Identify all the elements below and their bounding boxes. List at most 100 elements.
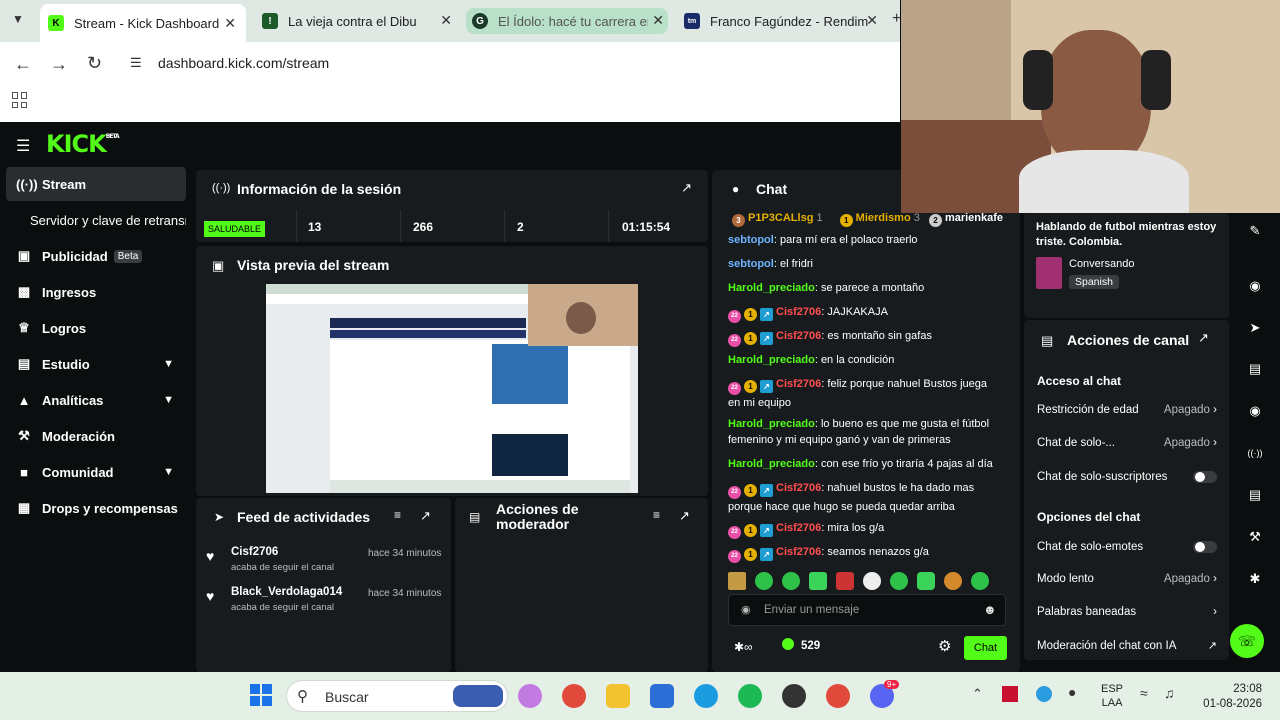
ai-moderation-row[interactable]: Moderación del chat con IA ↗ (1037, 639, 1217, 653)
category-thumbnail[interactable] (1036, 257, 1062, 289)
new-tab-icon[interactable]: + (892, 10, 901, 28)
subscribers-only-toggle[interactable] (1193, 471, 1217, 483)
chat-username[interactable]: Cisf2706 (776, 482, 821, 494)
activity-user[interactable]: Cisf2706 (231, 546, 278, 558)
wifi-icon[interactable]: ≈ (1140, 685, 1148, 701)
emoji-icon[interactable]: ☻ (983, 602, 997, 617)
chat-username[interactable]: Harold_preciado (728, 418, 815, 430)
emote-icon[interactable] (890, 572, 908, 590)
emote-icon[interactable] (728, 572, 746, 590)
site-info-icon[interactable]: ☰ (130, 55, 142, 71)
chevron-up-icon[interactable]: ⌃ (972, 686, 983, 702)
stream-video[interactable] (266, 284, 638, 493)
age-restriction-row[interactable]: Restricción de edad Apagado › (1037, 404, 1217, 416)
sidebar-item-stream[interactable]: ((·)) Stream (6, 167, 186, 201)
kick-logo[interactable]: KICKBETA (46, 130, 120, 158)
file-explorer-icon[interactable] (606, 684, 630, 708)
menu-icon[interactable]: ☰ (16, 136, 30, 156)
sidebar-item-moderacion[interactable]: ⚒ Moderación (6, 419, 186, 453)
close-tab-icon[interactable]: ✕ (440, 12, 452, 29)
close-tab-icon[interactable]: ✕ (866, 12, 878, 29)
chat-username[interactable]: sebtopol (728, 234, 774, 246)
chat-username[interactable]: sebtopol (728, 258, 774, 270)
chat-username[interactable]: Harold_preciado (728, 458, 815, 470)
tab-stream-kick[interactable]: K Stream - Kick Dashboard ✕ (40, 4, 246, 42)
gift-icon[interactable]: ✱∞ (734, 640, 753, 654)
chat-input[interactable]: ◉ Enviar un mensaje ☻ (728, 594, 1006, 626)
filter-icon[interactable]: ≡ (394, 508, 401, 522)
language-indicator[interactable]: ESP LAA (1101, 682, 1123, 710)
emote-icon[interactable] (863, 572, 881, 590)
emote-icon[interactable] (755, 572, 773, 590)
popout-icon[interactable]: ↗ (679, 508, 690, 524)
sidebar-item-logros[interactable]: ♕ Logros (6, 311, 186, 345)
notes-icon[interactable]: ▤ (1244, 358, 1266, 380)
address-bar[interactable]: dashboard.kick.com/stream (158, 55, 329, 71)
close-tab-icon[interactable]: ✕ (224, 15, 236, 32)
sidebar-item-comunidad[interactable]: ■ Comunidad ▼ (6, 455, 186, 489)
channel-points[interactable]: 529 (801, 640, 820, 652)
forward-icon[interactable]: → (50, 54, 68, 75)
chat-username[interactable]: Cisf2706 (776, 330, 821, 342)
store-icon[interactable] (650, 684, 674, 708)
popout-icon[interactable]: ↗ (1198, 330, 1209, 346)
sidebar-item-estudio[interactable]: ▤ Estudio ▼ (6, 347, 186, 381)
send-chat-button[interactable]: Chat (964, 636, 1007, 660)
broadcast-icon[interactable]: ((·)) (1244, 442, 1266, 464)
chat-bubble-icon[interactable]: ◉ (1244, 400, 1266, 422)
chat-username[interactable]: Harold_preciado (728, 354, 815, 366)
spotify-icon[interactable] (738, 684, 762, 708)
chat-username[interactable]: Cisf2706 (776, 522, 821, 534)
app-icon[interactable] (782, 684, 806, 708)
edge-icon[interactable] (694, 684, 718, 708)
volume-icon[interactable]: ♫ (1164, 685, 1175, 701)
clock[interactable]: 23:08 01-08-2026 (1196, 682, 1262, 712)
emote-icon[interactable] (782, 572, 800, 590)
slow-mode-row[interactable]: Modo lento Apagado › (1037, 573, 1217, 585)
sidebar-item-publicidad[interactable]: ▣ Publicidad Beta (6, 239, 186, 273)
chat-username[interactable]: Harold_preciado (728, 282, 815, 294)
layout-icon[interactable]: ▤ (1244, 484, 1266, 506)
sidebar-item-ingresos[interactable]: ▩ Ingresos (6, 275, 186, 309)
chrome-icon[interactable] (562, 684, 586, 708)
camera-icon[interactable]: ◉ (1244, 275, 1266, 297)
chat-username[interactable]: Cisf2706 (776, 546, 821, 558)
emote-icon[interactable] (809, 572, 827, 590)
back-icon[interactable]: ← (14, 54, 32, 75)
tab-list-chevron-icon[interactable]: ▼ (12, 12, 24, 26)
bolt-icon[interactable]: ➤ (1244, 317, 1266, 339)
tab-vieja-dibu[interactable]: ! La vieja contra el Dibu ✕ (260, 8, 456, 34)
support-icon[interactable]: ☏ (1230, 624, 1264, 658)
microphone-icon[interactable]: ● (1068, 684, 1076, 700)
chat-username[interactable]: Cisf2706 (776, 306, 821, 318)
edit-icon[interactable]: ✎ (1244, 220, 1266, 242)
emotes-only-toggle[interactable] (1193, 541, 1217, 553)
tray-app-icon[interactable] (1036, 686, 1052, 702)
chrome-profile-icon[interactable] (826, 684, 850, 708)
popout-icon[interactable]: ↗ (420, 508, 431, 524)
tab-franco-fagundez[interactable]: tm Franco Fagúndez - Rendim ✕ (682, 8, 882, 34)
activity-user[interactable]: Black_Verdolaga014 (231, 586, 342, 598)
emote-icon[interactable] (917, 572, 935, 590)
tray-app-icon[interactable] (1002, 686, 1018, 702)
tab-el-idolo[interactable]: G El Ídolo: hacé tu carrera en ✕ (466, 8, 668, 34)
chat-username[interactable]: Cisf2706 (776, 378, 821, 390)
sidebar-item-server-key[interactable]: Servidor y clave de retransm (6, 203, 186, 237)
banned-words-row[interactable]: Palabras baneadas › (1037, 606, 1217, 618)
emote-icon[interactable] (836, 572, 854, 590)
copilot-icon[interactable] (518, 684, 542, 708)
close-tab-icon[interactable]: ✕ (648, 12, 664, 29)
settings-gear-icon[interactable]: ⚙ (938, 637, 951, 655)
emote-icon[interactable] (971, 572, 989, 590)
community-icon[interactable]: ✱ (1244, 568, 1266, 590)
stream-category[interactable]: Conversando (1069, 258, 1134, 270)
reload-icon[interactable]: ↻ (87, 53, 102, 74)
wrench-icon[interactable]: ⚒ (1244, 526, 1266, 548)
popout-icon[interactable]: ↗ (681, 180, 692, 196)
taskbar-search[interactable]: ⚲ Buscar (286, 680, 508, 712)
sidebar-item-analiticas[interactable]: ▲ Analíticas ▼ (6, 383, 186, 417)
emote-icon[interactable] (944, 572, 962, 590)
sidebar-item-drops[interactable]: ▦ Drops y recompensas (6, 491, 186, 525)
start-icon[interactable] (250, 684, 272, 706)
filter-icon[interactable]: ≡ (653, 508, 660, 522)
